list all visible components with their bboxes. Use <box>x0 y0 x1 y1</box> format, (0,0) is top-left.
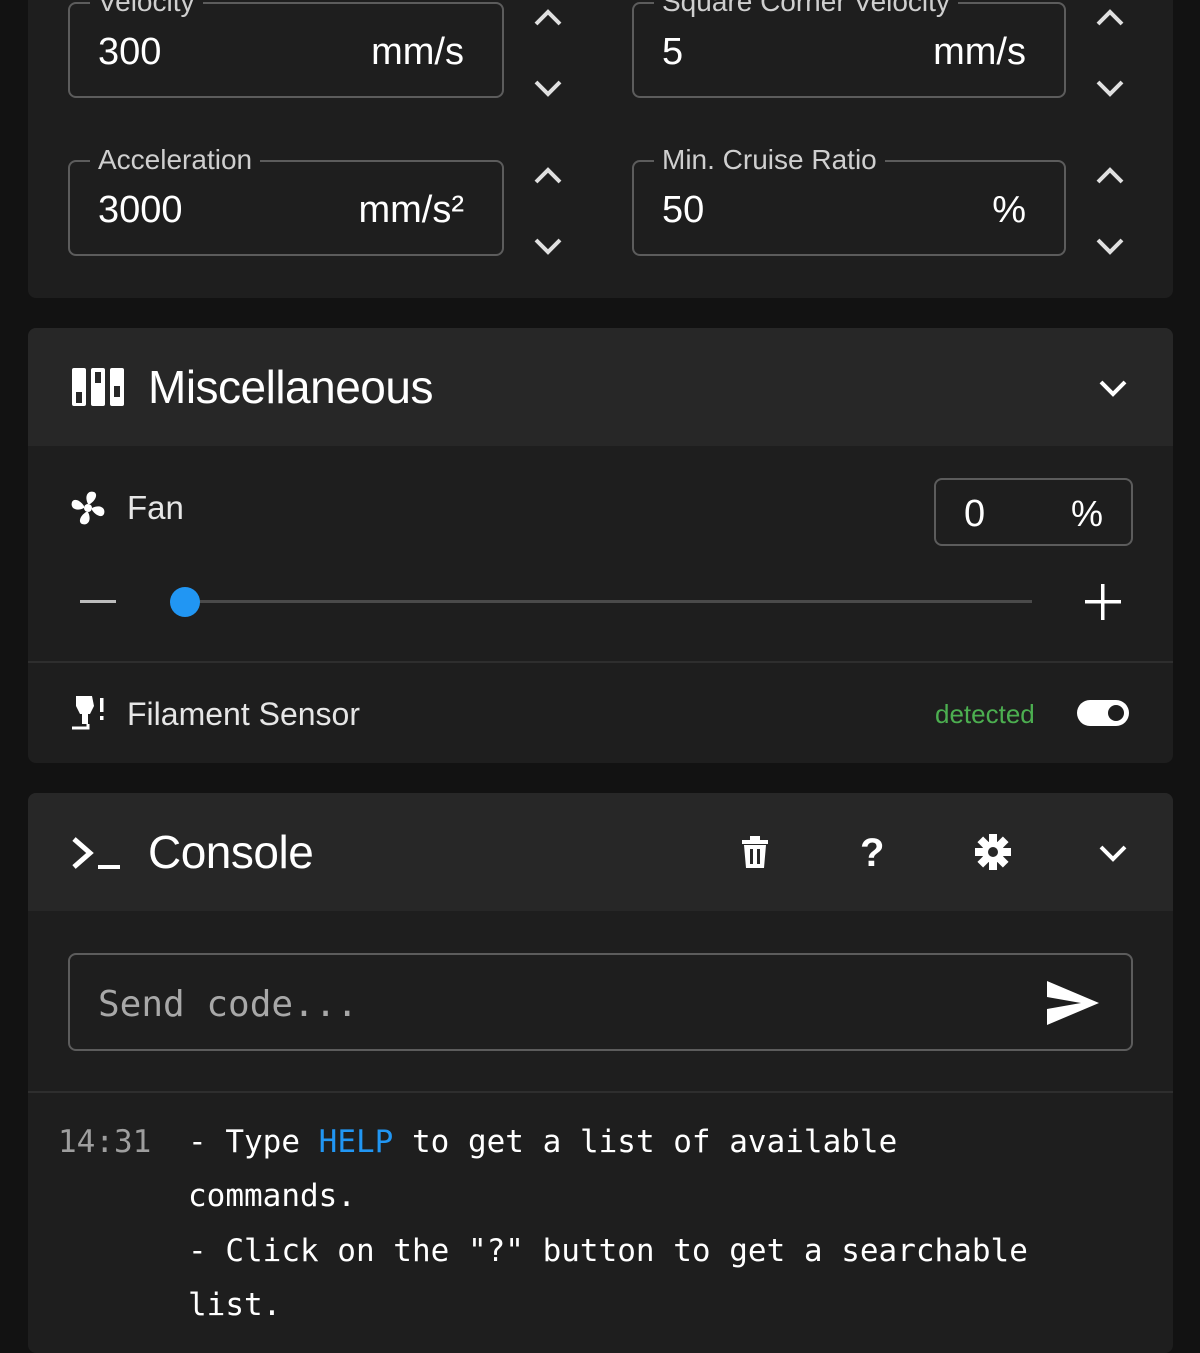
console-text: to get a list of available <box>393 1124 898 1160</box>
velocity-value: 300 <box>98 31 162 73</box>
chevron-up-icon[interactable] <box>528 156 568 196</box>
chevron-down-icon[interactable] <box>528 68 568 108</box>
chevron-up-icon[interactable] <box>528 0 568 38</box>
square-corner-velocity-stepper[interactable] <box>1090 0 1130 108</box>
acceleration-value: 3000 <box>98 189 183 231</box>
miscellaneous-card: Miscellaneous Fan 0 % Filament Sensor de… <box>28 328 1173 763</box>
help-keyword[interactable]: HELP <box>319 1124 394 1160</box>
console-timestamp: 14:31 <box>58 1124 152 1160</box>
min-cruise-ratio-stepper[interactable] <box>1090 156 1130 266</box>
chevron-down-icon[interactable] <box>1097 372 1129 404</box>
fan-value: 0 <box>964 493 986 535</box>
miscellaneous-title: Miscellaneous <box>148 361 433 413</box>
toggle-knob <box>1108 705 1124 721</box>
chevron-down-icon[interactable] <box>1090 68 1130 108</box>
min-cruise-ratio-unit: % <box>992 189 1026 231</box>
misc-divider <box>28 661 1173 663</box>
chevron-down-icon[interactable] <box>1097 837 1129 869</box>
fan-slider[interactable] <box>170 584 1032 620</box>
console-message-line-3: - Click on the "?" button to get a searc… <box>188 1233 1028 1269</box>
console-input[interactable]: Send code... <box>68 953 1133 1051</box>
fan-icon <box>71 491 105 525</box>
send-icon[interactable] <box>1045 979 1101 1027</box>
filament-sensor-toggle[interactable] <box>1077 700 1129 726</box>
gear-icon[interactable] <box>975 834 1011 870</box>
acceleration-label: Acceleration <box>90 143 261 177</box>
plus-icon[interactable] <box>1083 582 1123 622</box>
square-corner-velocity-value: 5 <box>662 31 684 73</box>
terminal-icon <box>72 837 120 869</box>
filament-sensor-icon <box>72 696 104 730</box>
square-corner-velocity-unit: mm/s <box>933 31 1026 73</box>
fan-unit: % <box>1070 493 1103 534</box>
fan-value-field[interactable]: 0 % <box>934 478 1133 546</box>
velocity-unit: mm/s <box>371 31 464 73</box>
filament-sensor-status: detected <box>935 699 1035 729</box>
console-message-line-2: commands. <box>188 1178 356 1214</box>
chevron-up-icon[interactable] <box>1090 0 1130 38</box>
velocity-field[interactable]: Velocity 300 mm/s <box>68 0 504 98</box>
console-divider <box>28 1091 1173 1093</box>
fan-label: Fan <box>127 489 184 526</box>
filament-sensor-label: Filament Sensor <box>127 696 360 732</box>
min-cruise-ratio-label: Min. Cruise Ratio <box>654 143 885 177</box>
console-card: Console ? Send code... 14:31 - Type HELP… <box>28 793 1173 1353</box>
trash-icon[interactable] <box>740 836 770 870</box>
acceleration-unit: mm/s² <box>358 189 464 231</box>
minus-icon[interactable] <box>78 582 118 622</box>
square-corner-velocity-field[interactable]: Square Corner Velocity 5 mm/s <box>632 0 1066 98</box>
console-text: - Type <box>188 1124 319 1160</box>
help-button[interactable]: ? <box>860 831 884 875</box>
console-entry: 14:31 - Type HELP to get a list of avail… <box>28 1115 1173 1353</box>
velocity-stepper[interactable] <box>528 0 568 108</box>
console-header[interactable]: Console ? <box>28 793 1173 911</box>
miscellaneous-header[interactable]: Miscellaneous <box>28 328 1173 446</box>
chevron-down-icon[interactable] <box>1090 226 1130 266</box>
acceleration-stepper[interactable] <box>528 156 568 266</box>
min-cruise-ratio-field[interactable]: Min. Cruise Ratio 50 % <box>632 143 1066 256</box>
min-cruise-ratio-value: 50 <box>662 189 705 231</box>
fan-slider-track <box>170 600 1032 603</box>
acceleration-field[interactable]: Acceleration 3000 mm/s² <box>68 143 504 256</box>
fan-slider-thumb[interactable] <box>170 587 200 617</box>
console-message-line-1: - Type HELP to get a list of available <box>188 1115 897 1169</box>
sliders-icon <box>72 368 124 406</box>
console-title: Console <box>148 826 314 878</box>
chevron-down-icon[interactable] <box>528 226 568 266</box>
console-message-line-4: list. <box>188 1287 282 1323</box>
console-input-placeholder: Send code... <box>98 984 359 1025</box>
velocity-label: Velocity <box>90 0 203 19</box>
square-corner-velocity-label: Square Corner Velocity <box>654 0 958 19</box>
chevron-up-icon[interactable] <box>1090 156 1130 196</box>
motion-card: Velocity 300 mm/s Square Corner Velocity… <box>28 0 1173 298</box>
